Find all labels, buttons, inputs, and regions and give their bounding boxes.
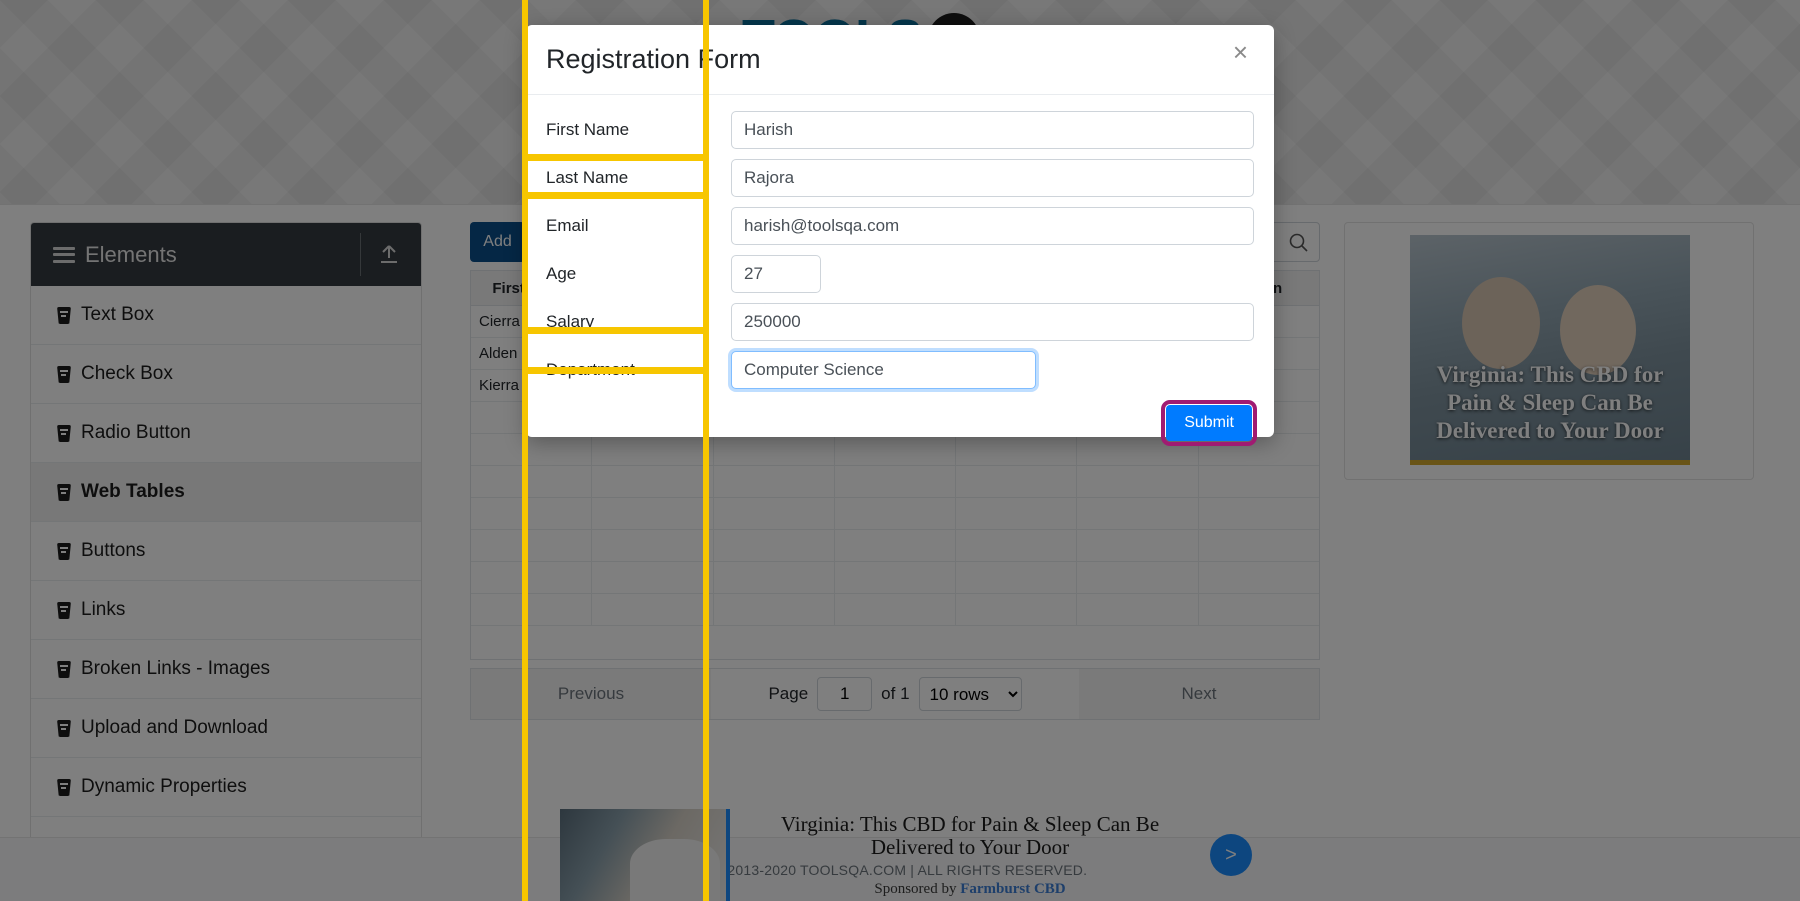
field-input-age[interactable] — [731, 255, 821, 293]
modal-header: Registration Form × — [526, 25, 1274, 95]
registration-form-modal: Registration Form × First NameLast NameE… — [526, 25, 1274, 446]
highlight-line-lastname-top — [522, 154, 709, 161]
highlight-line-department-bottom — [522, 367, 709, 374]
form-row-salary: Salary — [546, 303, 1254, 341]
field-input-department[interactable] — [731, 351, 1036, 389]
highlight-line-lastname-bottom — [522, 192, 709, 199]
highlight-line-right — [703, 0, 709, 901]
modal-body: First NameLast NameEmailAgeSalaryDepartm… — [526, 95, 1274, 446]
form-row-email: Email — [546, 207, 1254, 245]
field-input-first-name[interactable] — [731, 111, 1254, 149]
highlight-line-department-top — [522, 327, 709, 334]
field-input-email[interactable] — [731, 207, 1254, 245]
registration-form-fields: First NameLast NameEmailAgeSalaryDepartm… — [546, 111, 1254, 389]
highlight-line-left — [522, 0, 528, 901]
form-row-age: Age — [546, 255, 1254, 293]
modal-title: Registration Form — [546, 44, 761, 74]
field-input-last-name[interactable] — [731, 159, 1254, 197]
field-input-salary[interactable] — [731, 303, 1254, 341]
submit-button[interactable]: Submit — [1161, 400, 1257, 446]
form-row-first-name: First Name — [546, 111, 1254, 149]
close-icon[interactable]: × — [1225, 35, 1256, 69]
